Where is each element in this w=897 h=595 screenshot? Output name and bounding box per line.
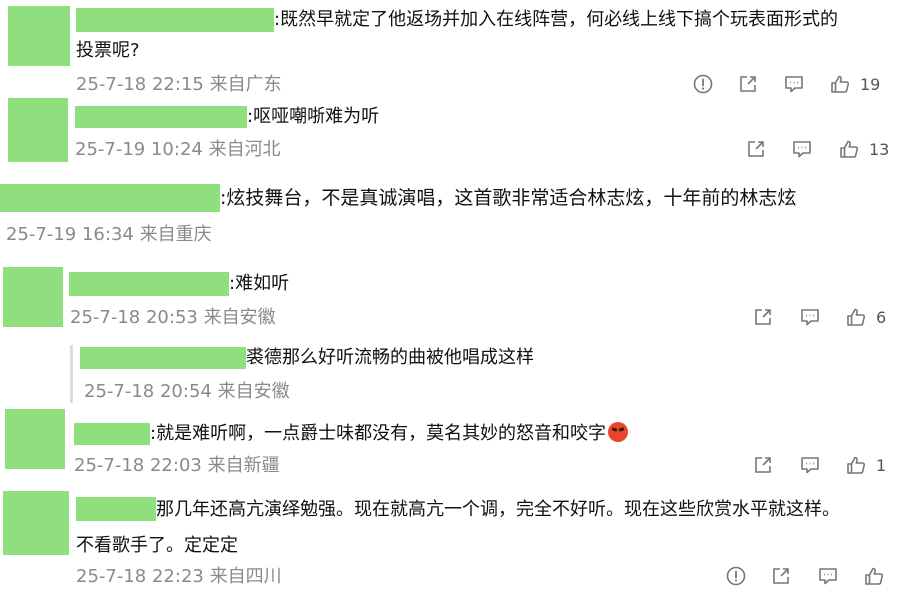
avatar[interactable] [3,267,63,327]
comment-text: 那几年还高亢演绎勉强。现在就高亢一个调，完全不好听。现在这些欣赏水平就这样。 [156,499,840,520]
avatar[interactable] [5,409,65,469]
like-count: 6 [876,308,887,327]
comment-text: :难如听 [229,273,290,294]
like-icon[interactable] [845,454,867,476]
comment-meta: 25-7-18 20:53 来自安徽 [70,307,276,328]
comment-text-continued: 不看歌手了。定定定 [76,535,238,556]
comment-text: :既然早就定了他返场并加入在线阵营，何必线上线下搞个玩表面形式的 [274,9,839,30]
comment-icon[interactable] [799,454,821,476]
avatar[interactable] [8,6,70,66]
like-icon[interactable] [829,73,851,95]
username-redacted[interactable] [76,8,274,32]
comment-meta: 25-7-19 10:24 来自河北 [75,139,281,160]
share-icon[interactable] [745,138,767,160]
share-icon[interactable] [752,306,774,328]
username-redacted[interactable] [74,423,150,445]
comment-text-content: :就是难听啊，一点爵士味都没有，莫名其妙的怒音和咬字 [150,423,607,444]
like-icon[interactable] [845,306,867,328]
report-icon[interactable] [692,73,714,95]
username-redacted[interactable] [76,497,156,521]
comment-text: :呕哑嘲哳难为听 [247,106,380,127]
angry-face-icon [608,422,629,442]
share-icon[interactable] [737,73,759,95]
like-count: 19 [860,75,881,94]
comment-meta: 25-7-18 22:03 来自新疆 [74,455,280,476]
like-icon[interactable] [838,138,860,160]
reply-meta: 25-7-18 20:54 来自安徽 [84,381,290,402]
share-icon[interactable] [770,565,792,587]
avatar[interactable] [3,491,69,555]
report-icon[interactable] [725,565,747,587]
username-redacted[interactable] [0,184,220,212]
comment-icon[interactable] [799,306,821,328]
comment-text-continued: 投票呢? [76,40,140,61]
reply-text: 裘德那么好听流畅的曲被他唱成这样 [246,347,534,368]
comment-text: :炫技舞台，不是真诚演唱，这首歌非常适合林志炫，十年前的林志炫 [220,187,797,209]
comment-icon[interactable] [791,138,813,160]
comment-meta: 25-7-18 22:15 来自广东 [76,74,282,95]
username-redacted[interactable] [69,272,229,296]
avatar[interactable] [8,98,68,162]
reply-quote-bar [70,345,73,403]
like-icon[interactable] [863,565,885,587]
username-redacted[interactable] [80,347,246,369]
comment-icon[interactable] [783,73,805,95]
comment-meta: 25-7-19 16:34 来自重庆 [6,224,212,245]
share-icon[interactable] [752,454,774,476]
comment-meta: 25-7-18 22:23 来自四川 [76,566,282,587]
like-count: 13 [869,140,890,159]
like-count: 1 [876,456,887,475]
username-redacted[interactable] [75,106,247,128]
comment-icon[interactable] [817,565,839,587]
comment-text: :就是难听啊，一点爵士味都没有，莫名其妙的怒音和咬字 [150,421,629,447]
